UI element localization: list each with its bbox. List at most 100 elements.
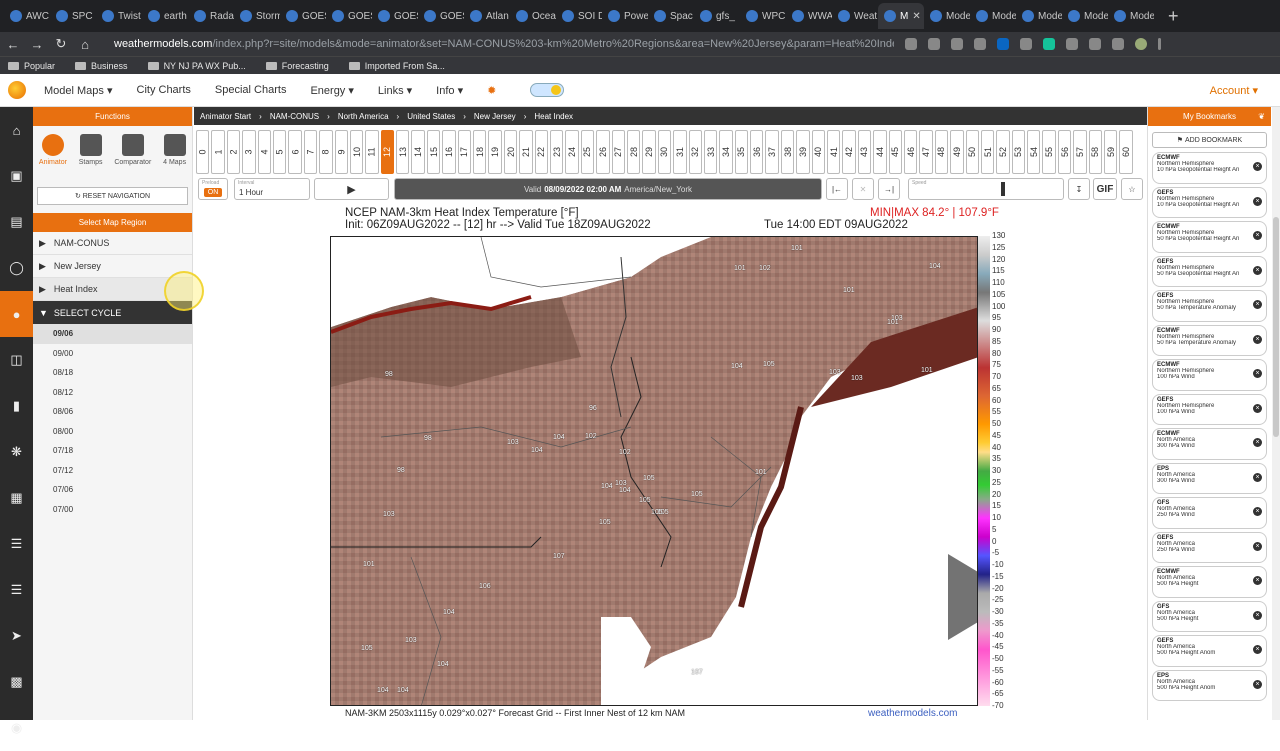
browser-tab[interactable]: GOES [372,3,418,29]
first-frame-button[interactable]: |← [826,178,848,200]
hour-button[interactable]: 25 [580,130,595,174]
speed-handle[interactable] [1001,182,1005,196]
cycle-item[interactable]: 08/06 [33,402,192,422]
browser-tab[interactable]: earth [142,3,188,29]
hour-button[interactable]: 49 [950,130,964,174]
hour-button[interactable]: 20 [503,130,518,174]
hour-button[interactable]: 27 [611,130,625,174]
close-icon[interactable]: × [1253,265,1262,275]
hour-button[interactable]: 40 [811,130,826,174]
linkedin-icon[interactable] [997,38,1009,50]
hour-button[interactable]: 13 [396,130,410,174]
browser-tab[interactable]: gfs_ [694,3,740,29]
hour-button[interactable]: 50 [965,130,979,174]
browser-tab[interactable]: Mode [1108,3,1154,29]
bookmark-item[interactable]: Forecasting [265,61,329,71]
bookmark-card[interactable]: GFS North America 500 hPa Height × [1152,600,1267,632]
hour-button[interactable]: 7 [303,130,318,174]
hour-button[interactable]: 32 [688,130,702,174]
hour-button[interactable]: 36 [750,130,764,174]
cycle-item[interactable]: 08/12 [33,383,192,403]
cycle-item[interactable]: 09/06 [33,324,192,344]
extension-icon[interactable] [951,38,963,50]
url-field[interactable]: weathermodels.com/index.php?r=site/model… [114,38,894,50]
hour-button[interactable]: 30 [657,130,672,174]
browser-tab[interactable]: Storm [234,3,280,29]
select-cycle-header[interactable]: ▼ SELECT CYCLE [33,301,192,324]
layers-icon[interactable]: ▦ [0,475,33,521]
hour-button[interactable]: 51 [980,130,995,174]
hour-button[interactable]: 31 [673,130,687,174]
browser-tab[interactable]: M ✕ [878,3,924,29]
hour-button[interactable]: 12 [380,130,395,174]
scrollbar-thumb[interactable] [1273,217,1279,437]
profile-avatar[interactable] [1135,38,1147,50]
close-icon[interactable]: × [1253,438,1262,447]
pin-icon[interactable]: ◉ [0,705,33,751]
bookmark-card[interactable]: ECMWF North America 500 hPa Height × [1152,566,1267,598]
hour-button[interactable]: 3 [242,130,256,174]
hour-button[interactable]: 60 [1119,130,1133,174]
stop-button[interactable]: ✕ [852,178,874,200]
heat-index-map[interactable]: 101 101 102 101 104 98 103 96 103 101 98 104 105 102 1… [330,236,978,706]
hour-button[interactable]: 56 [1057,130,1072,174]
hurricane-icon[interactable]: ❋ [0,429,33,475]
home-icon[interactable]: ⌂ [74,37,96,52]
browser-tab[interactable]: SPC [50,3,96,29]
menu-icon[interactable] [1158,38,1161,50]
hour-button[interactable]: 41 [827,130,841,174]
hour-button[interactable]: 38 [780,130,795,174]
cycle-item[interactable]: 09/00 [33,344,192,364]
bookmark-item[interactable]: Business [75,61,128,71]
hour-button[interactable]: 45 [888,130,902,174]
bookmark-card[interactable]: ECMWF Northern Hemisphere 100 hPa Wind × [1152,359,1267,391]
hour-button[interactable]: 57 [1073,130,1087,174]
breadcrumb-item[interactable]: North America [338,112,389,121]
browser-tab[interactable]: SOI D [556,3,602,29]
breadcrumb-item[interactable]: Heat Index [534,112,573,121]
grammarly-icon[interactable] [1043,38,1055,50]
nav-city-charts[interactable]: City Charts [137,84,191,96]
reload-icon[interactable]: ↻ [50,36,72,52]
breadcrumb-item[interactable]: NAM-CONUS [270,112,319,121]
cycle-item[interactable]: 08/00 [33,422,192,442]
browser-tab[interactable]: WWA [786,3,832,29]
bookmark-card[interactable]: GEFS Northern Hemisphere 10 hPa Geopotenti… [1152,186,1267,218]
hour-button[interactable]: 8 [319,130,333,174]
region-nam-conus[interactable]: ▶ NAM-CONUS [33,232,192,255]
hour-button[interactable]: 43 [857,130,872,174]
hour-button[interactable]: 5 [272,130,287,174]
bookmark-card[interactable]: GEFS North America 500 hPa Height Anom × [1152,635,1267,667]
hour-button[interactable]: 55 [1042,130,1056,174]
browser-tab[interactable]: Mode [970,3,1016,29]
hour-button[interactable]: 29 [642,130,656,174]
hour-button[interactable]: 10 [349,130,364,174]
hour-button[interactable]: 53 [1011,130,1026,174]
hour-button[interactable]: 1 [211,130,225,174]
list-icon[interactable]: ☰ [0,567,33,613]
star-icon[interactable] [928,38,940,50]
cycle-item[interactable]: 07/00 [33,500,192,520]
close-icon[interactable]: × [1253,679,1262,689]
hour-button[interactable]: 34 [719,130,733,174]
extension-icon[interactable] [1066,38,1078,50]
browser-tab[interactable]: GOES [326,3,372,29]
bookmark-card[interactable]: GFS North America 250 hPa Wind × [1152,497,1267,529]
browser-tab[interactable]: Rada [188,3,234,29]
list-icon[interactable]: ☰ [0,521,33,567]
hour-button[interactable]: 24 [565,130,579,174]
browser-tab[interactable]: Mode [1016,3,1062,29]
bookmark-card[interactable]: ECMWF North America 300 hPa Wind × [1152,428,1267,460]
back-icon[interactable]: ← [2,37,24,52]
browser-tab[interactable]: WPC [740,3,786,29]
hour-button[interactable]: 52 [996,130,1010,174]
cycle-item[interactable]: 08/18 [33,363,192,383]
browser-tab[interactable]: AWC [4,3,50,29]
hour-button[interactable]: 18 [473,130,487,174]
nav-model-maps[interactable]: Model Maps ▾ [44,84,113,97]
book-icon[interactable]: ▩ [0,659,33,705]
breadcrumb-item[interactable]: United States [407,112,455,121]
hour-button[interactable]: 42 [842,130,856,174]
binoculars-icon[interactable]: ◯ [0,245,33,291]
reset-navigation-button[interactable]: ↻ RESET NAVIGATION [37,187,188,205]
